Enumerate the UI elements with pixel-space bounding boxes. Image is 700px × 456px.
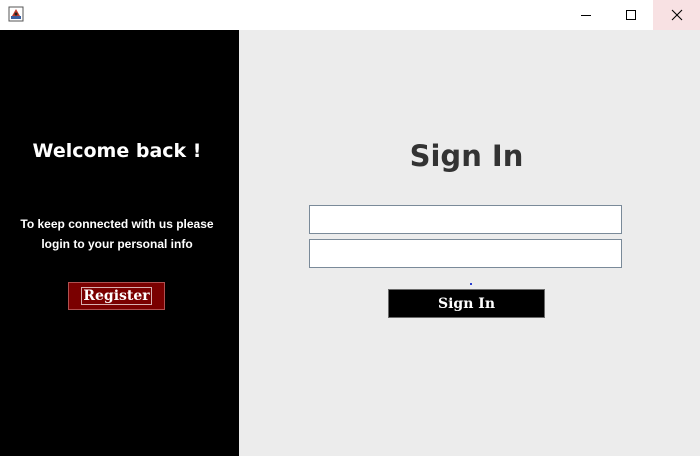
username-input[interactable] <box>309 205 622 234</box>
subtitle-line-1: To keep connected with us please <box>20 217 214 231</box>
password-input[interactable] <box>309 239 622 268</box>
maximize-icon <box>625 6 637 25</box>
close-button[interactable] <box>653 0 700 30</box>
welcome-panel: Welcome back ! To keep connected with us… <box>0 30 239 456</box>
subtitle-line-2: login to your personal info <box>41 237 193 251</box>
signin-button[interactable]: Sign In <box>388 289 545 318</box>
java-app-icon <box>8 6 24 22</box>
register-button-label: Register <box>81 287 152 305</box>
minimize-icon <box>580 6 592 25</box>
signin-panel: Sign In Sign In <box>239 30 700 456</box>
status-dot <box>470 283 472 285</box>
maximize-button[interactable] <box>608 0 653 30</box>
signin-title: Sign In <box>409 139 524 173</box>
minimize-button[interactable] <box>563 0 608 30</box>
close-icon <box>671 6 683 25</box>
title-bar <box>0 0 700 30</box>
register-button[interactable]: Register <box>68 282 165 310</box>
welcome-heading: Welcome back ! <box>32 140 202 162</box>
welcome-subtitle: To keep connected with us please login t… <box>0 214 234 254</box>
app-window: Welcome back ! To keep connected with us… <box>0 0 700 456</box>
